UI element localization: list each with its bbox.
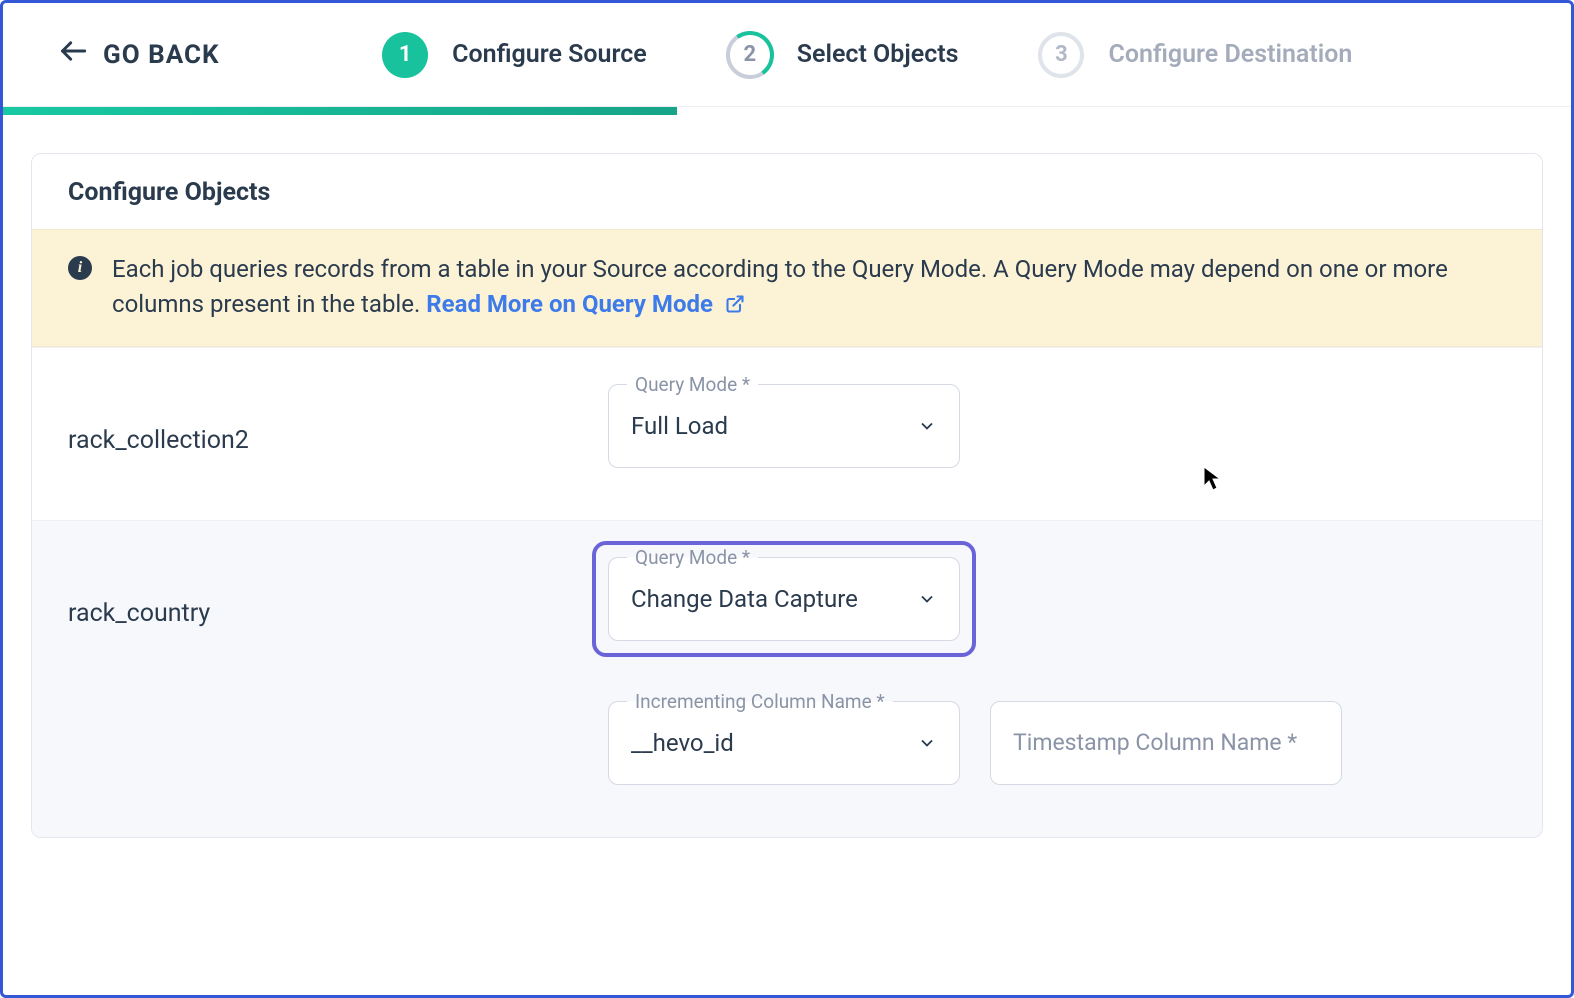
step-number: 1 [382,32,428,78]
field-label: Incrementing Column Name * [627,690,893,713]
incrementing-column-select[interactable]: Incrementing Column Name * __hevo_id [608,701,960,785]
chevron-down-icon [917,733,937,753]
highlighted-field: Query Mode * Change Data Capture [592,541,976,657]
arrow-left-icon [59,37,87,72]
chevron-down-icon [917,589,937,609]
step-label: Configure Source [452,40,647,69]
chevron-down-icon [917,416,937,436]
timestamp-column-input[interactable]: Timestamp Column Name * [990,701,1342,785]
info-text-body: Each job queries records from a table in… [112,255,1448,318]
info-icon: i [68,256,92,280]
field-value: __hevo_id [631,729,917,757]
object-name: rack_country [68,557,588,628]
field-value: Change Data Capture [631,585,917,613]
progress-fill [3,107,677,115]
query-mode-select[interactable]: Query Mode * Change Data Capture [608,557,960,641]
field-placeholder: Timestamp Column Name * [1013,729,1297,756]
configure-objects-card: Configure Objects i Each job queries rec… [31,153,1543,838]
step-label: Configure Destination [1108,40,1352,69]
field-label: Query Mode * [627,373,758,396]
step-select-objects[interactable]: 2 Select Objects [727,32,959,78]
read-more-link[interactable]: Read More on Query Mode [426,290,745,318]
header: GO BACK 1 Configure Source 2 Select Obje… [3,3,1571,107]
step-number: 3 [1038,32,1084,78]
info-banner: i Each job queries records from a table … [32,229,1542,347]
go-back-label: GO BACK [103,40,220,70]
step-configure-source[interactable]: 1 Configure Source [382,32,647,78]
query-mode-select[interactable]: Query Mode * Full Load [608,384,960,468]
info-text: Each job queries records from a table in… [112,252,1506,324]
go-back-button[interactable]: GO BACK [59,37,220,72]
external-link-icon [725,289,745,324]
step-number: 2 [727,32,773,78]
object-name: rack_collection2 [68,384,588,455]
step-configure-destination[interactable]: 3 Configure Destination [1038,32,1352,78]
progress-bar [3,107,1571,115]
object-row: rack_country Query Mode * Change Data Ca… [32,520,1542,837]
card-title: Configure Objects [32,154,1542,229]
object-row: rack_collection2 Query Mode * Full Load [32,347,1542,520]
step-label: Select Objects [797,40,959,69]
field-value: Full Load [631,412,917,440]
stepper: 1 Configure Source 2 Select Objects 3 Co… [220,32,1516,78]
field-label: Query Mode * [627,546,758,569]
